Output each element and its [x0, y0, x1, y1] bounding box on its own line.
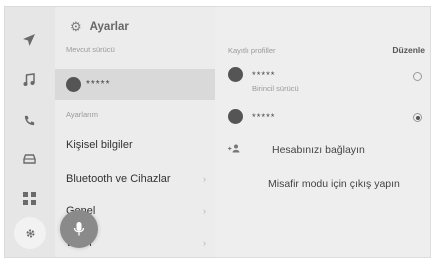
profile-radio-selected[interactable] [413, 113, 422, 122]
apps-icon[interactable] [18, 187, 40, 209]
voice-assistant-button[interactable] [60, 210, 98, 248]
profile-name[interactable]: ***** [252, 112, 276, 123]
car-icon[interactable] [18, 148, 40, 170]
current-driver-name: ***** [86, 79, 111, 90]
nav-rail [5, 7, 55, 257]
avatar [228, 67, 243, 82]
gear-icon: ⚙ [70, 19, 82, 34]
settings-icon[interactable] [14, 217, 46, 249]
current-driver-row[interactable]: ***** [55, 69, 215, 100]
current-driver-label: Mevcut sürücü [66, 45, 115, 54]
menu-item-bluetooth[interactable]: Bluetooth ve Cihazlar [66, 173, 171, 185]
profiles-panel: Kayıtlı profiller Düzenle ***** Birincil… [215, 7, 430, 257]
link-account-button[interactable]: Hesabınızı bağlayın [272, 144, 365, 156]
settings-screen: ⚙ Ayarlar Mevcut sürücü ***** Ayarlarım … [4, 6, 431, 258]
chevron-right-icon: › [203, 206, 206, 216]
profile-name[interactable]: ***** [252, 70, 276, 81]
link-account-icon [228, 144, 242, 155]
profile-radio[interactable] [413, 72, 422, 81]
page-title: Ayarlar [89, 21, 129, 33]
phone-icon[interactable] [18, 109, 40, 131]
saved-profiles-label: Kayıtlı profiller [228, 46, 276, 55]
edit-button[interactable]: Düzenle [392, 45, 425, 55]
guest-mode-exit-button[interactable]: Misafir modu için çıkış yapın [268, 178, 400, 190]
chevron-right-icon: › [203, 238, 206, 248]
menu-item-personal-info[interactable]: Kişisel bilgiler [66, 139, 133, 151]
avatar [228, 109, 243, 124]
navigation-icon[interactable] [18, 29, 40, 51]
microphone-icon [73, 222, 85, 236]
profile-subtitle: Birincil sürücü [252, 84, 299, 93]
settings-section-label: Ayarlarım [66, 110, 98, 119]
chevron-right-icon: › [203, 174, 206, 184]
panel-header: ⚙ Ayarlar [70, 19, 129, 35]
avatar [66, 77, 81, 92]
music-icon[interactable] [18, 69, 40, 91]
